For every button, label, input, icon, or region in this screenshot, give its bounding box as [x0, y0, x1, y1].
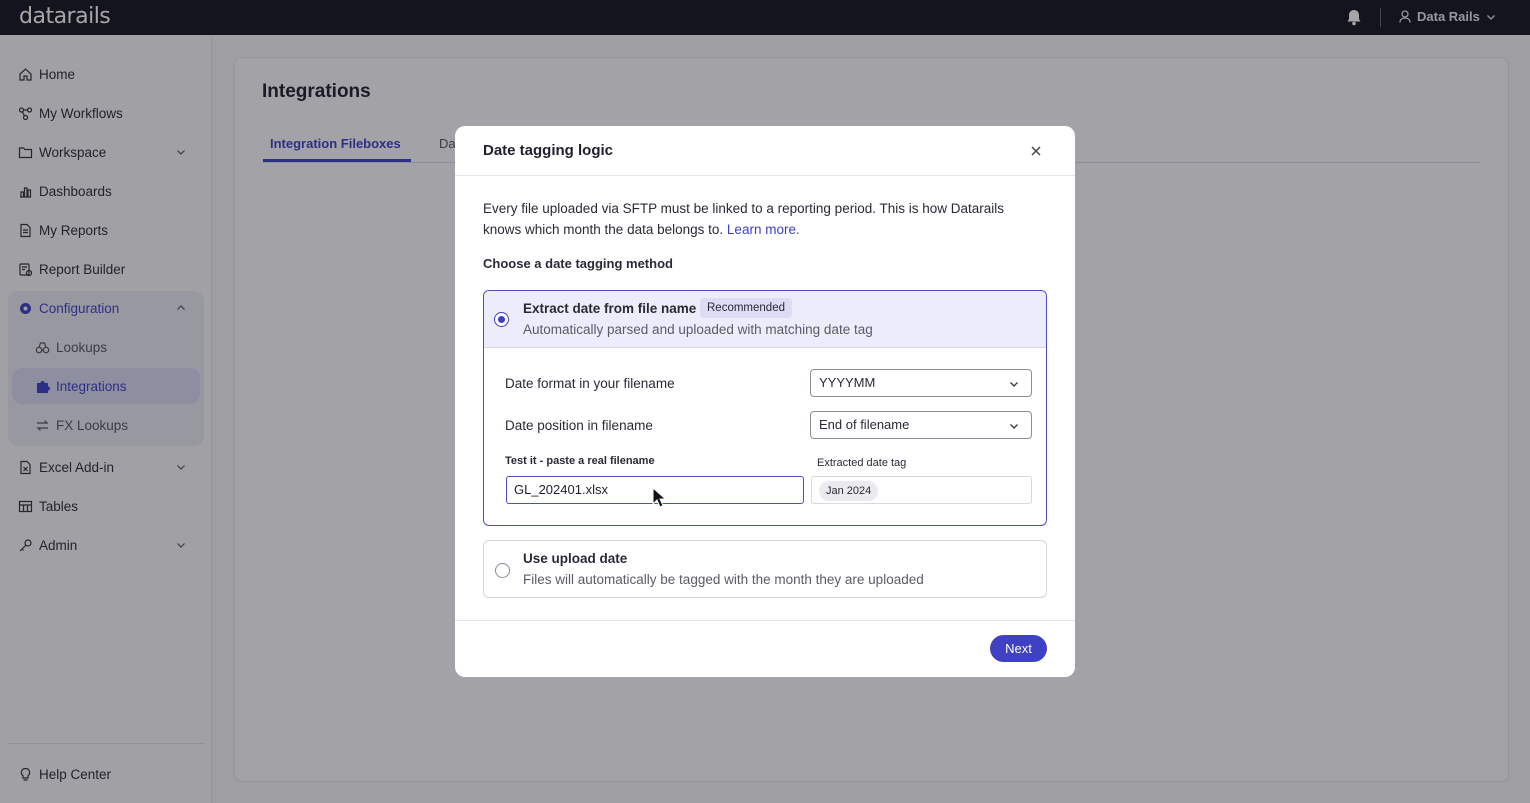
modal-title: Date tagging logic — [483, 142, 614, 159]
modal-footer-divider — [455, 620, 1075, 621]
next-button[interactable]: Next — [990, 635, 1047, 662]
chevron-down-icon — [1010, 382, 1018, 387]
learn-more-link[interactable]: Learn more. — [727, 222, 800, 237]
extracted-tag-label: Extracted date tag — [817, 457, 907, 469]
option-header: Extract date from file name Recommended … — [484, 291, 1046, 348]
radio-extract-filename[interactable] — [494, 312, 509, 327]
option-title: Extract date from file name — [523, 301, 697, 316]
chevron-down-icon — [1010, 424, 1018, 429]
date-format-value: YYYYMM — [819, 375, 876, 390]
option-subtitle: Automatically parsed and uploaded with m… — [523, 322, 873, 337]
test-filename-label: Test it - paste a real filename — [505, 455, 655, 467]
date-position-select[interactable]: End of filename — [810, 411, 1032, 439]
date-tagging-modal: Date tagging logic Every file uploaded v… — [455, 126, 1075, 677]
date-format-select[interactable]: YYYYMM — [810, 369, 1032, 397]
date-position-label: Date position in filename — [505, 418, 653, 433]
method-heading: Choose a date tagging method — [483, 256, 673, 271]
modal-header: Date tagging logic — [455, 126, 1075, 176]
modal-description: Every file uploaded via SFTP must be lin… — [483, 198, 1043, 240]
date-position-value: End of filename — [819, 417, 910, 432]
option-subtitle: Files will automatically be tagged with … — [523, 572, 924, 587]
extracted-date-chip: Jan 2024 — [819, 481, 879, 501]
extracted-date-tag-field: Jan 2024 — [811, 476, 1032, 504]
recommended-badge: Recommended — [700, 298, 792, 318]
option-use-upload-date[interactable]: Use upload date Files will automatically… — [483, 540, 1047, 598]
radio-upload-date[interactable] — [495, 563, 510, 578]
date-format-label: Date format in your filename — [505, 376, 675, 391]
option-title: Use upload date — [523, 551, 628, 566]
option-extract-from-filename[interactable]: Extract date from file name Recommended … — [483, 290, 1047, 526]
close-icon[interactable] — [1029, 144, 1043, 158]
mouse-cursor-icon — [652, 487, 666, 508]
